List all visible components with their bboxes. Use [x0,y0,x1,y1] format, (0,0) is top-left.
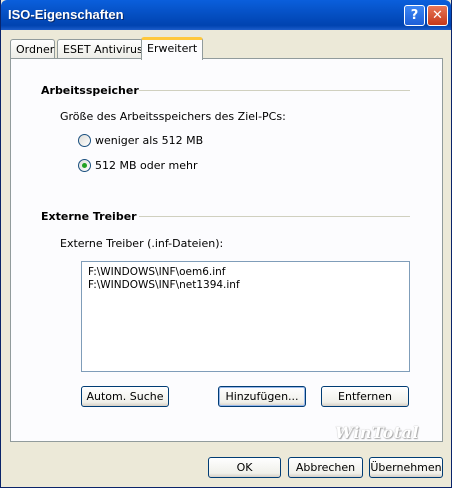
close-button[interactable]: ✕ [427,5,448,26]
tab-panel-erweitert: Arbeitsspeicher Größe des Arbeitsspeiche… [10,58,443,442]
tab-eset-antivirus[interactable]: ESET Antivirus [57,39,143,59]
drivers-group-title: Externe Treiber [41,210,137,223]
radio-512-or-more-label[interactable]: 512 MB oder mehr [95,159,198,172]
radio-less-than-512-label[interactable]: weniger als 512 MB [95,134,203,147]
title-bar[interactable]: ISO-Eigenschaften ? ✕ [1,0,451,30]
memory-group-title: Arbeitsspeicher [41,84,139,97]
auto-search-button[interactable]: Autom. Suche [81,386,169,407]
apply-button[interactable]: Übernehmen [369,457,443,478]
dialog-window: ISO-Eigenschaften ? ✕ Ordner ESET Antivi… [0,0,452,488]
tab-ordner[interactable]: Ordner [10,39,55,59]
wintotal-watermark-logo: WinTotal [335,423,419,442]
tab-erweitert[interactable]: Erweitert [141,37,203,60]
drivers-group-divider [139,216,410,217]
radio-selected-dot [82,163,87,168]
memory-prompt: Größe des Arbeitsspeichers des Ziel-PCs: [60,110,286,123]
radio-512-or-more[interactable] [78,159,91,172]
list-item[interactable]: F:\WINDOWS\INF\net1394.inf [88,279,240,291]
ok-button[interactable]: OK [208,457,281,478]
drivers-listbox[interactable]: F:\WINDOWS\INF\oem6.inf F:\WINDOWS\INF\n… [81,261,410,372]
help-button[interactable]: ? [404,5,425,26]
memory-group-divider [139,90,410,91]
radio-less-than-512[interactable] [78,134,91,147]
cancel-button[interactable]: Abbrechen [288,457,363,478]
remove-driver-button[interactable]: Entfernen [321,386,409,407]
drivers-prompt: Externe Treiber (.inf-Dateien): [60,237,224,250]
list-item[interactable]: F:\WINDOWS\INF\oem6.inf [88,266,226,278]
window-title: ISO-Eigenschaften [8,7,124,22]
add-driver-button[interactable]: Hinzufügen... [218,386,306,407]
